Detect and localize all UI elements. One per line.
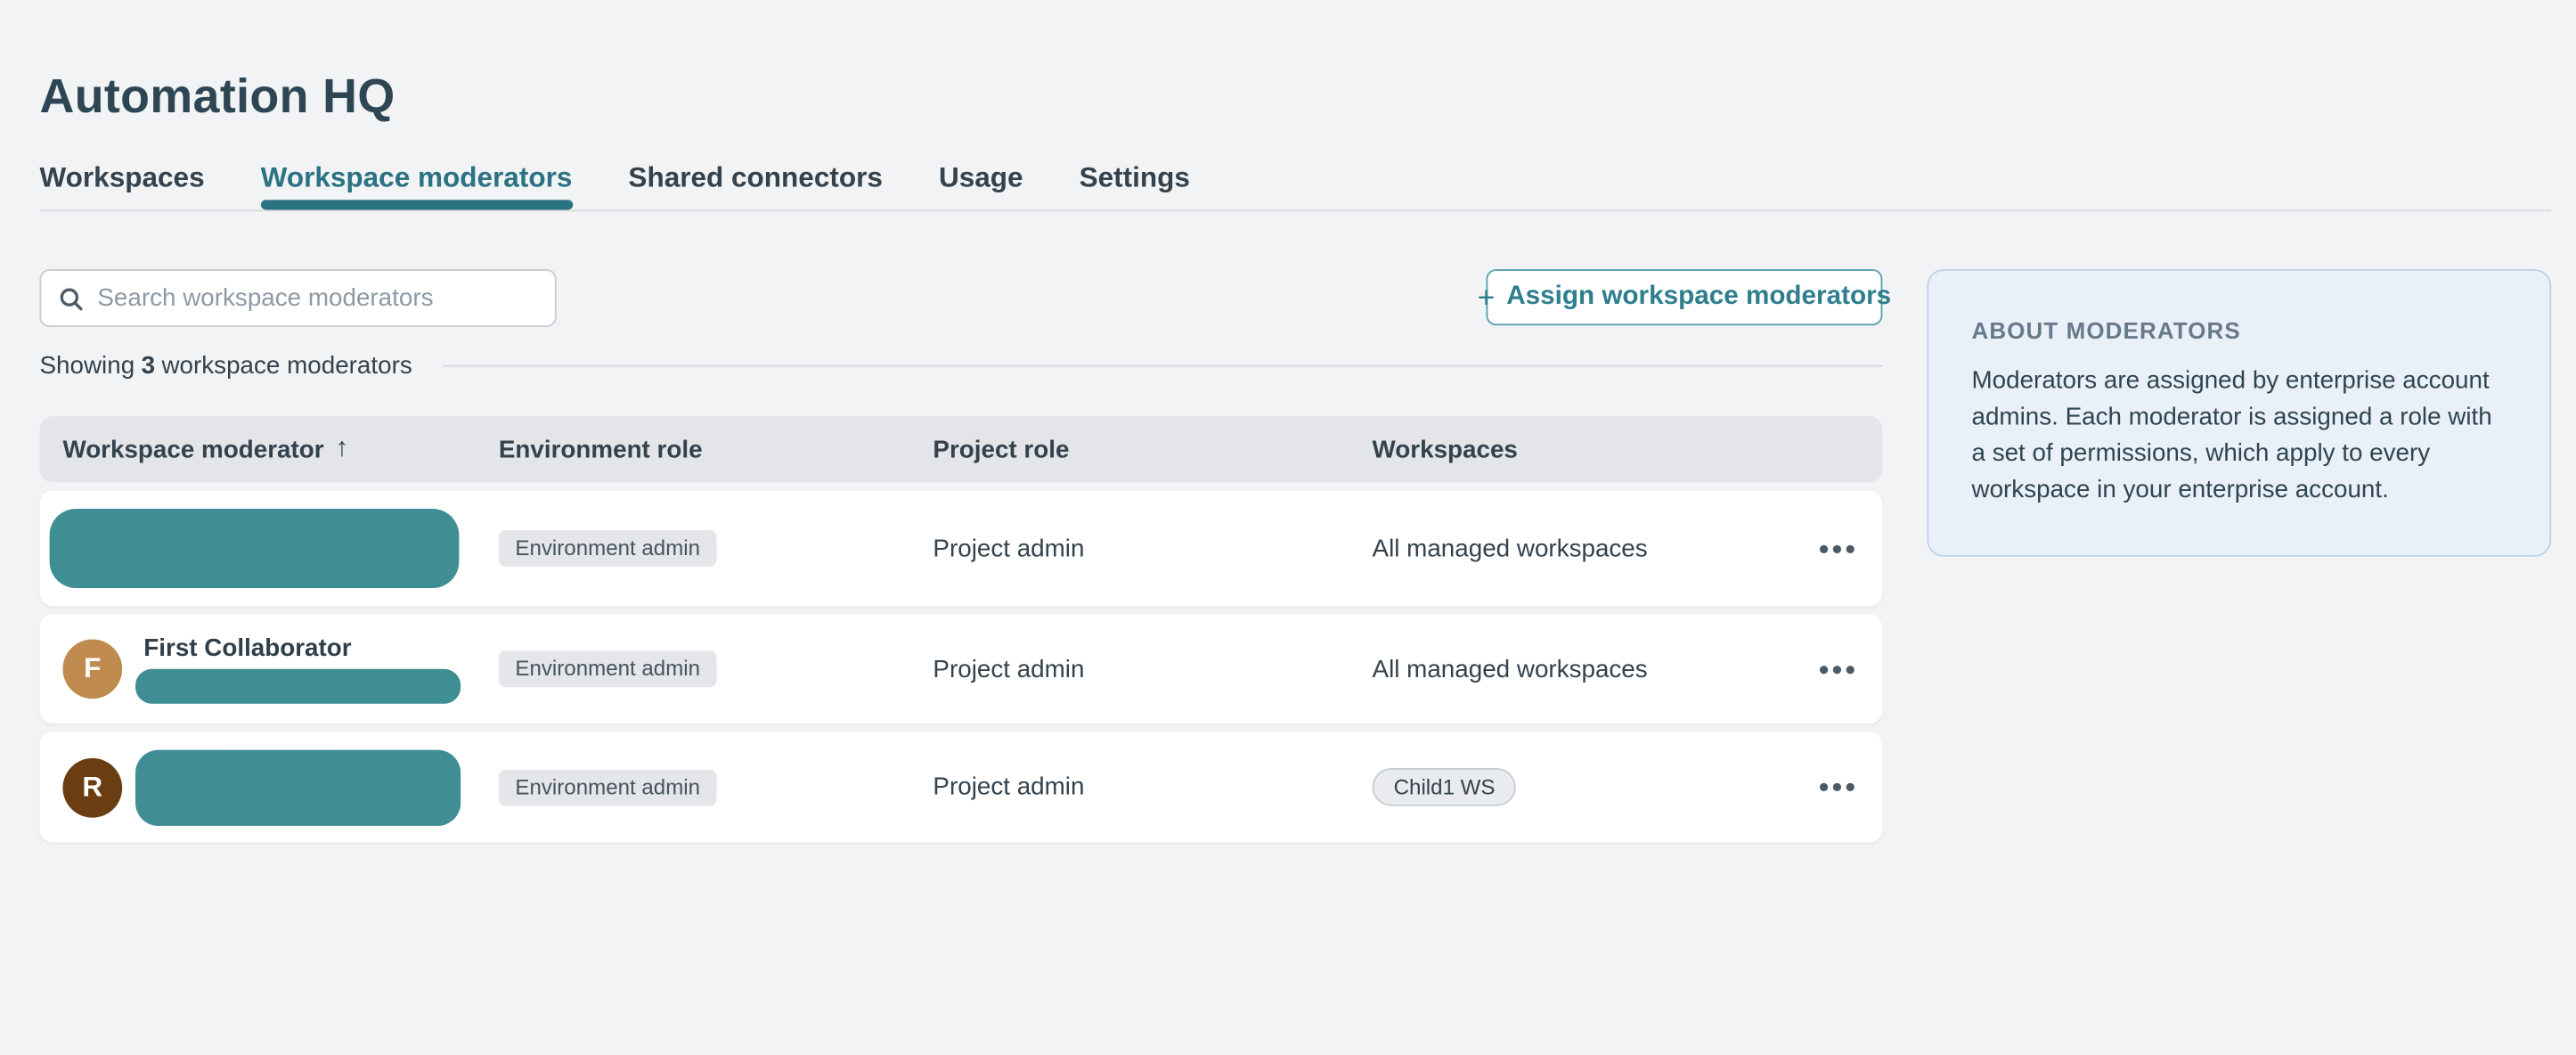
plus-icon: + xyxy=(1478,282,1495,312)
table-row: Environment admin Project admin All mana… xyxy=(39,491,1882,607)
tab-settings[interactable]: Settings xyxy=(1080,160,1190,195)
tab-usage[interactable]: Usage xyxy=(939,160,1023,195)
sort-ascending-icon[interactable]: ↑ xyxy=(336,435,349,464)
ellipsis-icon xyxy=(1819,544,1854,552)
moderator-cell: R xyxy=(39,749,498,825)
column-header-workspaces[interactable]: Workspaces xyxy=(1373,435,1790,463)
search-input[interactable] xyxy=(97,284,538,313)
redacted-name-block xyxy=(135,749,461,825)
search-icon xyxy=(58,285,85,312)
avatar: R xyxy=(62,757,122,817)
workspace-pill: Child1 WS xyxy=(1373,768,1517,806)
workspaces-cell: All managed workspaces xyxy=(1373,655,1790,683)
summary-suffix: workspace moderators xyxy=(161,352,412,380)
row-actions-menu-button[interactable] xyxy=(1790,732,1883,842)
about-panel-title: ABOUT MODERATORS xyxy=(1971,317,2507,344)
row-actions-menu-button[interactable] xyxy=(1790,615,1883,724)
ellipsis-icon xyxy=(1819,783,1854,791)
workspace-moderators-table: Workspace moderator ↑ Environment role P… xyxy=(39,416,1882,842)
summary-divider xyxy=(442,365,1882,367)
column-header-environment-role[interactable]: Environment role xyxy=(499,435,933,463)
workspaces-cell: All managed workspaces xyxy=(1373,535,1790,563)
moderator-cell xyxy=(39,509,498,588)
assign-workspace-moderators-button[interactable]: + Assign workspace moderators xyxy=(1486,269,1882,325)
search-box[interactable] xyxy=(39,269,556,327)
avatar: F xyxy=(62,639,122,699)
table-row: R Environment admin Project admin Child1… xyxy=(39,732,1882,842)
redacted-email-block xyxy=(135,669,461,704)
environment-role-badge: Environment admin xyxy=(499,650,717,687)
column-header-workspace-moderator[interactable]: Workspace moderator ↑ xyxy=(39,435,498,464)
tab-shared-connectors[interactable]: Shared connectors xyxy=(628,160,882,195)
environment-role-cell: Environment admin xyxy=(499,769,933,806)
environment-role-badge: Environment admin xyxy=(499,769,717,806)
page-title: Automation HQ xyxy=(39,69,395,128)
automation-hq-page: Automation HQ Workspaces Workspace moder… xyxy=(0,0,2576,1055)
environment-role-cell: Environment admin xyxy=(499,530,933,567)
redacted-name-block xyxy=(50,509,460,588)
tab-workspace-moderators[interactable]: Workspace moderators xyxy=(261,160,573,195)
moderator-name: First Collaborator xyxy=(143,634,461,663)
summary-prefix: Showing xyxy=(39,352,135,380)
row-actions-menu-button[interactable] xyxy=(1790,491,1883,607)
project-role-cell: Project admin xyxy=(933,535,1372,563)
project-role-cell: Project admin xyxy=(933,655,1372,683)
assign-button-label: Assign workspace moderators xyxy=(1506,282,1891,312)
summary-count: 3 xyxy=(142,352,155,380)
table-header-row: Workspace moderator ↑ Environment role P… xyxy=(39,416,1882,482)
workspaces-cell: Child1 WS xyxy=(1373,768,1790,806)
ellipsis-icon xyxy=(1819,665,1854,673)
project-role-cell: Project admin xyxy=(933,773,1372,802)
moderator-cell: F First Collaborator xyxy=(39,634,498,704)
environment-role-badge: Environment admin xyxy=(499,530,717,567)
about-moderators-panel: ABOUT MODERATORS Moderators are assigned… xyxy=(1927,269,2551,557)
column-label: Workspace moderator xyxy=(62,435,323,463)
environment-role-cell: Environment admin xyxy=(499,650,933,687)
table-row: F First Collaborator Environment admin P… xyxy=(39,615,1882,724)
results-summary: Showing 3 workspace moderators xyxy=(39,352,1882,380)
column-header-project-role[interactable]: Project role xyxy=(933,435,1372,463)
about-panel-body: Moderators are assigned by enterprise ac… xyxy=(1971,364,2507,509)
tab-workspaces[interactable]: Workspaces xyxy=(39,160,204,195)
tab-bar: Workspaces Workspace moderators Shared c… xyxy=(39,160,2551,211)
